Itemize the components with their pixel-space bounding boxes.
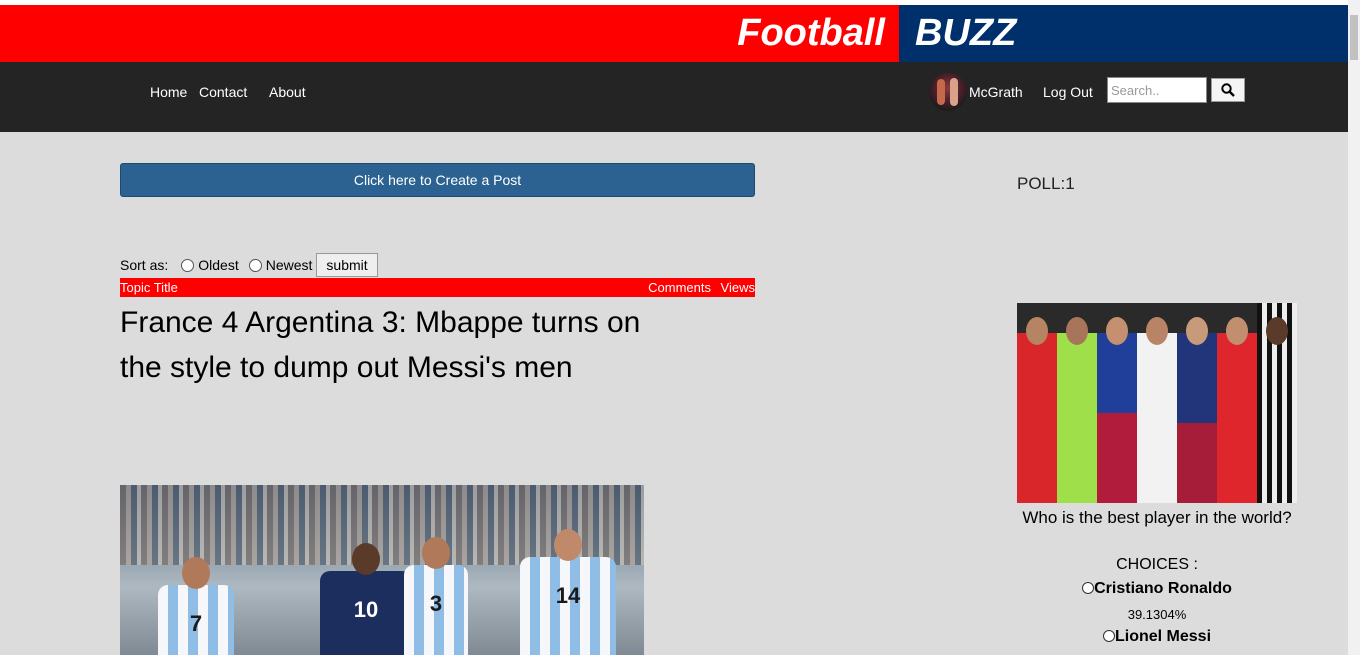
player-face bbox=[1186, 317, 1208, 345]
player-argentina-14: 14 bbox=[520, 529, 616, 655]
player-argentina-3: 3 bbox=[404, 537, 468, 655]
poll-question: Who is the best player in the world? bbox=[1022, 508, 1292, 527]
player-head bbox=[182, 557, 210, 589]
avatar[interactable] bbox=[929, 73, 967, 111]
poll-choice-ronaldo[interactable]: Cristiano Ronaldo bbox=[1017, 580, 1297, 598]
player-face bbox=[1266, 317, 1288, 345]
scrollbar-thumb[interactable] bbox=[1350, 15, 1358, 60]
shirt-number: 7 bbox=[189, 611, 203, 636]
scrollbar[interactable] bbox=[1348, 0, 1360, 655]
logout-link[interactable]: Log Out bbox=[1043, 84, 1093, 100]
banner-blue-section: BUZZ bbox=[899, 5, 1348, 62]
create-post-button[interactable]: Click here to Create a Post bbox=[120, 163, 755, 197]
player-argentina-7: 7 bbox=[158, 557, 234, 655]
sort-label: Sort as: bbox=[120, 257, 169, 273]
post-title-link[interactable]: France 4 Argentina 3: Mbappe turns on th… bbox=[120, 300, 650, 390]
player-face bbox=[1106, 317, 1128, 345]
player-face bbox=[1066, 317, 1088, 345]
sort-oldest-label: Oldest bbox=[198, 257, 239, 273]
shirt-number: 10 bbox=[353, 597, 379, 622]
sort-newest-radio[interactable] bbox=[248, 258, 262, 272]
player-head bbox=[352, 543, 380, 575]
shirt-number: 3 bbox=[429, 591, 443, 616]
poll-choices-label: CHOICES : bbox=[1116, 556, 1198, 573]
poll-choice-percent: 39.1304% bbox=[1127, 607, 1187, 622]
poll-player-image bbox=[1177, 303, 1217, 503]
player-head bbox=[422, 537, 450, 569]
poll-radio[interactable] bbox=[1102, 630, 1115, 642]
column-topic-title: Topic Title bbox=[120, 280, 178, 295]
poll-player-image bbox=[1097, 303, 1137, 503]
nav-about-link[interactable]: About bbox=[269, 84, 306, 100]
player-face bbox=[1226, 317, 1248, 345]
player-face bbox=[1026, 317, 1048, 345]
sort-submit-button[interactable]: submit bbox=[316, 253, 378, 277]
nav-contact-link[interactable]: Contact bbox=[199, 84, 247, 100]
search-icon bbox=[1221, 83, 1235, 97]
poll-player-image bbox=[1137, 303, 1177, 503]
player-face bbox=[1146, 317, 1168, 345]
poll-player-image bbox=[1057, 303, 1097, 503]
sort-oldest-radio[interactable] bbox=[181, 258, 195, 272]
search-input[interactable] bbox=[1107, 77, 1207, 103]
search-button[interactable] bbox=[1211, 78, 1245, 102]
poll-player-image bbox=[1257, 303, 1297, 503]
player-france-10: 10 bbox=[320, 543, 412, 655]
topics-table-header: Topic Title Comments Views bbox=[120, 278, 755, 297]
column-comments: Comments bbox=[648, 280, 711, 295]
poll-radio[interactable] bbox=[1082, 582, 1095, 594]
sort-controls: Sort as: Oldest Newest submit bbox=[120, 253, 378, 277]
poll-player-image bbox=[1217, 303, 1257, 503]
column-views: Views bbox=[720, 280, 755, 295]
sort-newest-label: Newest bbox=[265, 257, 313, 273]
post-image[interactable]: 7 10 3 14 bbox=[120, 485, 644, 655]
poll-label: POLL:1 bbox=[1017, 174, 1075, 193]
nav-home-link[interactable]: Home bbox=[150, 84, 187, 100]
poll-player-image bbox=[1017, 303, 1057, 503]
poll-choice-label: Cristiano Ronaldo bbox=[1094, 580, 1232, 597]
banner-title-buzz: BUZZ bbox=[915, 12, 1017, 54]
poll-choice-label: Lionel Messi bbox=[1114, 628, 1212, 645]
poll-image bbox=[1017, 303, 1297, 503]
player-head bbox=[554, 529, 582, 561]
poll-choice-messi[interactable]: Lionel Messi bbox=[1017, 628, 1297, 646]
banner-title-football: Football bbox=[737, 12, 885, 54]
site-banner: Football BUZZ bbox=[0, 5, 1348, 62]
username-link[interactable]: McGrath bbox=[969, 84, 1023, 100]
banner-red-section: Football bbox=[0, 5, 899, 62]
shirt-number: 14 bbox=[555, 583, 581, 608]
